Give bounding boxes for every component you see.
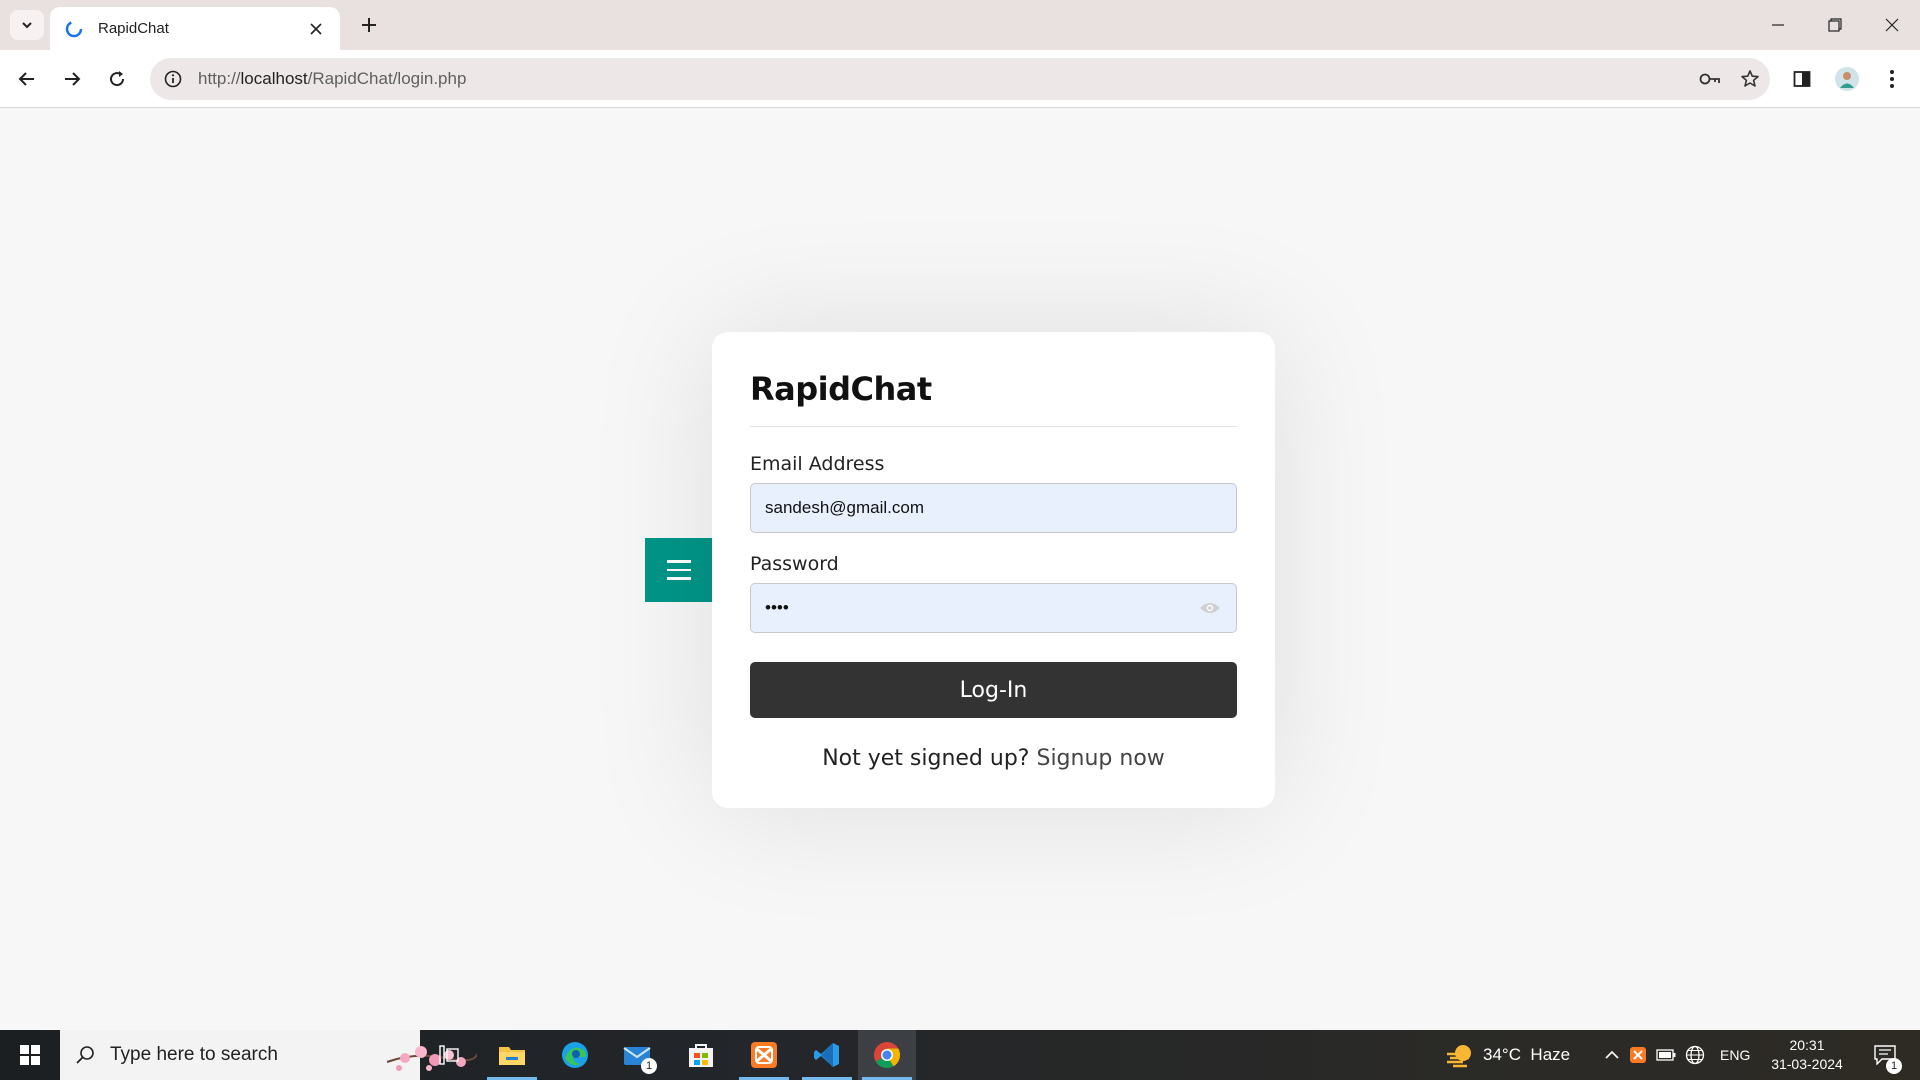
brand-title: RapidChat [750,370,1237,427]
mail-button[interactable]: 1 [609,1030,667,1080]
signup-prompt: Not yet signed up? [822,746,1030,771]
xampp-button[interactable] [735,1030,793,1080]
browser-menu-button[interactable] [1875,62,1909,96]
new-tab-button[interactable] [354,10,384,40]
window-controls [1749,0,1920,50]
kebab-menu-icon [1890,70,1894,88]
store-button[interactable] [672,1030,730,1080]
plus-icon [362,18,376,32]
minimize-icon [1771,24,1784,26]
clock[interactable]: 20:31 31-03-2024 [1767,1036,1847,1074]
notification-badge: 1 [1886,1058,1902,1074]
arrow-left-icon [18,72,34,86]
url-path: /RapidChat/login.php [307,69,467,88]
file-explorer-button[interactable] [483,1030,541,1080]
back-button[interactable] [10,62,44,96]
store-icon [689,1044,713,1067]
vscode-button[interactable] [798,1030,856,1080]
site-info-icon[interactable] [152,58,194,100]
login-card: RapidChat Email Address Password Log-In … [712,332,1275,808]
edge-icon [562,1042,588,1068]
language-indicator[interactable]: ENG [1720,1047,1750,1063]
signup-line: Not yet signed up? Signup now [750,746,1237,771]
password-key-icon[interactable] [1690,58,1730,100]
url-host: localhost [240,69,308,88]
edge-button[interactable] [546,1030,604,1080]
task-view-icon [439,1045,459,1065]
notification-center-button[interactable]: 1 [1860,1030,1910,1080]
loading-favicon-icon [64,19,84,39]
xampp-tray-icon[interactable] [1624,1046,1652,1064]
tab-close-icon[interactable] [306,19,326,39]
folder-icon [499,1047,525,1065]
tab-search-button[interactable] [10,10,44,40]
avatar-icon [1835,67,1859,91]
battery-icon[interactable] [1652,1049,1680,1061]
hamburger-icon [666,560,691,580]
windows-logo-icon [20,1045,40,1065]
address-bar[interactable]: http://localhost/RapidChat/login.php [150,58,1770,100]
search-placeholder: Type here to search [110,1044,278,1065]
hamburger-menu-button[interactable] [645,538,712,602]
password-field[interactable] [750,583,1237,633]
clock-date: 31-03-2024 [1771,1056,1843,1072]
side-panel-button[interactable] [1785,62,1819,96]
close-icon [1885,18,1898,32]
url-prefix: http:// [198,69,241,88]
email-field-wrap [750,483,1237,533]
restore-button[interactable] [1806,0,1863,50]
weather-widget[interactable]: 34°C Haze [1445,1030,1570,1080]
email-label: Email Address [750,453,885,475]
chevron-down-icon [22,22,32,29]
vscode-icon [814,1043,839,1067]
page-content: RapidChat Email Address Password Log-In … [0,109,1920,1030]
taskbar: Type here to search 1 34°C Haze ENG 20:3… [0,1030,1920,1080]
restore-icon [1827,18,1842,32]
tray-overflow-chevron-icon[interactable] [1600,1050,1624,1060]
url-text[interactable]: http://localhost/RapidChat/login.php [198,69,1690,89]
chrome-button[interactable] [858,1030,916,1080]
profile-avatar[interactable] [1830,62,1864,96]
arrow-right-icon [65,72,81,86]
xampp-icon [751,1042,777,1068]
weather-text: 34°C Haze [1483,1045,1571,1064]
clock-time: 20:31 [1789,1037,1825,1053]
system-tray: ENG [1600,1030,1750,1080]
tab-title: RapidChat [98,20,169,37]
login-button[interactable]: Log-In [750,662,1237,718]
haze-weather-icon [1447,1045,1471,1068]
bookmark-star-icon[interactable] [1730,58,1770,100]
task-view-button[interactable] [420,1030,478,1080]
signup-link[interactable]: Signup now [1036,746,1164,771]
tab-strip: RapidChat [0,0,1920,50]
network-globe-icon[interactable] [1680,1045,1710,1065]
password-label: Password [750,553,839,575]
forward-button[interactable] [55,62,89,96]
password-field-wrap [750,583,1237,633]
browser-toolbar: http://localhost/RapidChat/login.php [0,50,1920,108]
search-icon [60,1030,110,1080]
reload-button[interactable] [100,62,134,96]
start-button[interactable] [0,1030,60,1080]
minimize-button[interactable] [1749,0,1806,50]
chrome-icon [874,1042,901,1069]
taskbar-search[interactable]: Type here to search [60,1030,477,1080]
email-field[interactable] [750,483,1237,533]
side-panel-icon [1793,71,1811,87]
reload-icon [110,71,125,87]
eye-icon[interactable] [1199,598,1221,618]
close-window-button[interactable] [1863,0,1920,50]
mail-badge: 1 [641,1058,657,1074]
active-tab[interactable]: RapidChat [50,7,340,50]
